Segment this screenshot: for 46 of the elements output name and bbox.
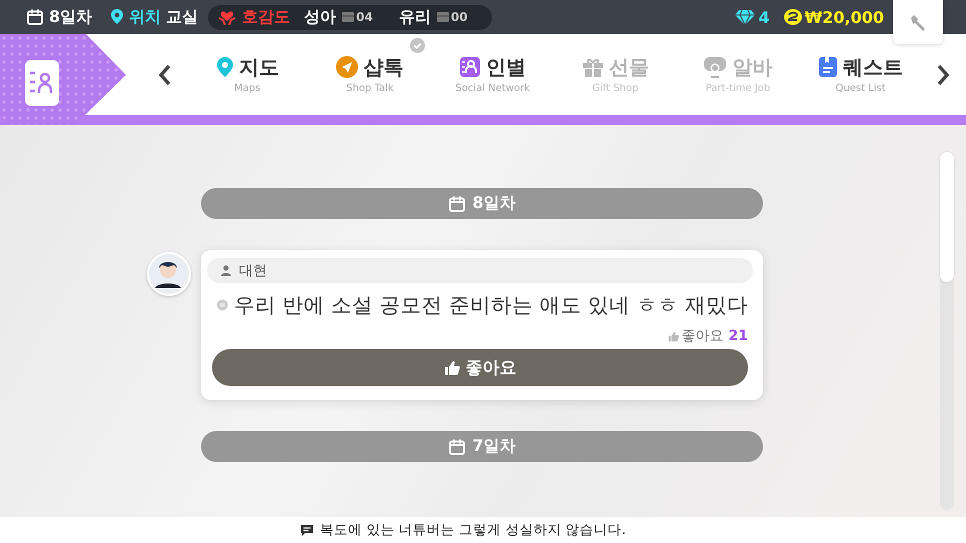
day-header-label: 8일차 xyxy=(472,193,516,214)
contacts-book-icon xyxy=(459,56,482,78)
paper-plane-icon xyxy=(336,56,358,78)
affection-value: 04 xyxy=(356,10,373,24)
post-message: 우리 반에 소설 공모전 준비하는 애도 있네 ㅎㅎ 재밌다 xyxy=(234,292,748,319)
clipboard-icon xyxy=(818,56,838,78)
like-button[interactable]: 좋아요 xyxy=(212,349,748,386)
message-icon xyxy=(300,524,314,536)
chat-bubble-icon xyxy=(217,297,228,313)
location-label: 위치 xyxy=(129,6,162,28)
calendar-icon xyxy=(448,438,466,456)
location-pin-icon xyxy=(110,8,124,26)
person-icon xyxy=(221,265,233,276)
nav-tab[interactable]: 지도 Maps xyxy=(188,38,306,96)
calendar-icon xyxy=(448,194,466,212)
money-amount: ₩20,000 xyxy=(804,8,884,26)
character-name: 성아 xyxy=(304,6,336,28)
day-header-label: 7일차 xyxy=(472,436,516,457)
likes-count: 21 xyxy=(728,328,748,344)
card-icon xyxy=(436,12,449,22)
author-name: 대현 xyxy=(239,262,267,280)
location-pin-icon xyxy=(216,56,234,78)
affection-label: 호감도 xyxy=(242,6,290,28)
heart-hands-icon xyxy=(218,9,236,25)
location-name: 교실 xyxy=(166,6,198,28)
gift-icon xyxy=(582,56,604,78)
likes-label: 좋아요 xyxy=(682,327,724,345)
thumbs-up-icon xyxy=(444,360,460,376)
ticker-message: 복도에 있는 너튜버는 그렇게 성실하지 않습니다. xyxy=(320,521,626,539)
diamond-icon xyxy=(735,9,756,25)
scrollbar-thumb[interactable] xyxy=(940,152,954,282)
nav-tab[interactable]: 인별 Social Network xyxy=(434,38,552,96)
coin-icon xyxy=(784,9,802,25)
calendar-icon xyxy=(26,8,44,26)
avatar xyxy=(147,252,191,296)
nav-tab[interactable]: 퀘스트 Quest List xyxy=(802,38,920,96)
speech-person-icon xyxy=(703,56,728,78)
settings-button[interactable] xyxy=(893,0,943,44)
card-icon xyxy=(342,12,354,22)
phone-book-icon[interactable] xyxy=(25,60,59,106)
day-label: 8일차 xyxy=(49,6,92,28)
thumbs-up-icon xyxy=(668,330,679,342)
nav-tab[interactable]: 샵톡 Shop Talk xyxy=(310,38,429,96)
affection-value: 00 xyxy=(450,10,468,24)
character-name: 유리 xyxy=(398,6,431,28)
gem-count: 4 xyxy=(758,8,770,26)
